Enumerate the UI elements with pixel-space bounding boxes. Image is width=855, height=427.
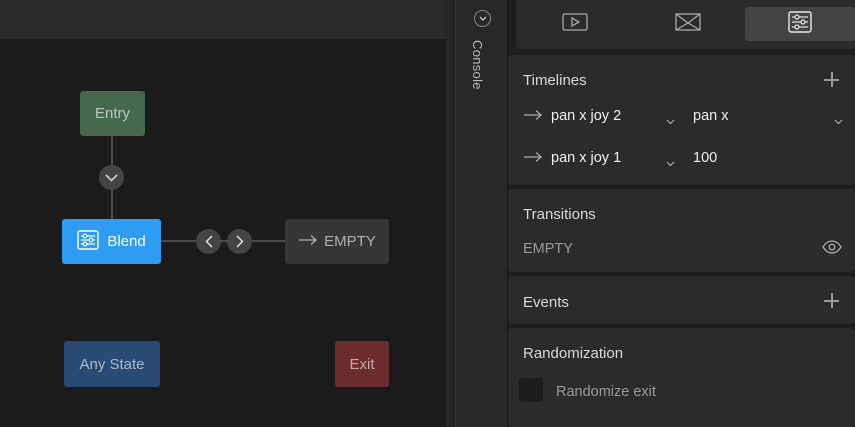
- blend-node[interactable]: Blend: [62, 219, 161, 264]
- arrow-right-icon: [298, 233, 318, 250]
- timeline-name-select[interactable]: pan x joy 1: [551, 150, 621, 166]
- sliders-icon: [788, 10, 812, 38]
- timelines-title: Timelines: [523, 72, 587, 89]
- blend-node-label: Blend: [107, 233, 146, 250]
- timeline-name-select[interactable]: pan x joy 2: [551, 108, 621, 124]
- chevron-right-icon[interactable]: [227, 229, 252, 254]
- empty-node-label: EMPTY: [324, 233, 376, 250]
- transition-item[interactable]: EMPTY: [523, 241, 573, 257]
- add-event-icon[interactable]: [824, 293, 839, 308]
- randomization-section: Randomization Randomize exit: [508, 328, 855, 427]
- arrow-right-icon: [523, 151, 543, 167]
- timelines-section: Timelines pan x joy 2 pan x pan x joy 1: [508, 55, 855, 185]
- transitions-section: Transitions EMPTY: [508, 189, 855, 272]
- randomize-exit-label: Randomize exit: [556, 384, 656, 400]
- events-section: Events: [508, 276, 855, 324]
- chevron-down-icon[interactable]: [99, 165, 124, 190]
- chevron-down-icon[interactable]: [666, 113, 675, 129]
- randomization-title: Randomization: [523, 345, 624, 362]
- tab-state-machine[interactable]: [745, 7, 855, 41]
- inspector-tabbar: [516, 0, 855, 49]
- transitions-title: Transitions: [523, 206, 596, 223]
- tab-animations[interactable]: [520, 7, 630, 41]
- state-machine-editor: Entry Blend EMPTY Any State Exit Console: [0, 0, 855, 427]
- tab-design[interactable]: [633, 7, 743, 41]
- exit-node[interactable]: Exit: [335, 341, 389, 387]
- randomize-exit-checkbox[interactable]: [519, 378, 543, 402]
- entry-node[interactable]: Entry: [80, 91, 145, 136]
- timeline-value-select[interactable]: pan x: [693, 108, 728, 124]
- graph-divider: [446, 0, 455, 427]
- chevron-left-icon[interactable]: [196, 229, 221, 254]
- blend-to-empty-line: [161, 240, 285, 242]
- eye-icon[interactable]: [822, 240, 842, 259]
- empty-node[interactable]: EMPTY: [285, 219, 389, 264]
- console-panel: Console: [455, 0, 508, 427]
- timeline-value-input[interactable]: 100: [693, 150, 717, 166]
- chevron-down-icon[interactable]: [474, 10, 491, 27]
- exit-node-label: Exit: [349, 355, 375, 373]
- timeline-row: pan x joy 2 pan x: [523, 107, 843, 127]
- chevron-down-icon[interactable]: [834, 113, 843, 129]
- events-title: Events: [523, 294, 569, 311]
- chevron-down-icon[interactable]: [666, 155, 675, 171]
- any-state-node-label: Any State: [79, 355, 145, 373]
- play-icon: [562, 12, 588, 36]
- graph-toolbar: [0, 0, 455, 39]
- bowtie-icon: [675, 12, 701, 36]
- any-state-node[interactable]: Any State: [64, 341, 160, 387]
- add-timeline-icon[interactable]: [824, 72, 839, 87]
- entry-node-label: Entry: [94, 105, 130, 122]
- timeline-row: pan x joy 1 100: [523, 149, 843, 169]
- arrow-right-icon: [523, 109, 543, 125]
- console-label[interactable]: Console: [470, 40, 485, 90]
- sliders-icon: [77, 229, 100, 254]
